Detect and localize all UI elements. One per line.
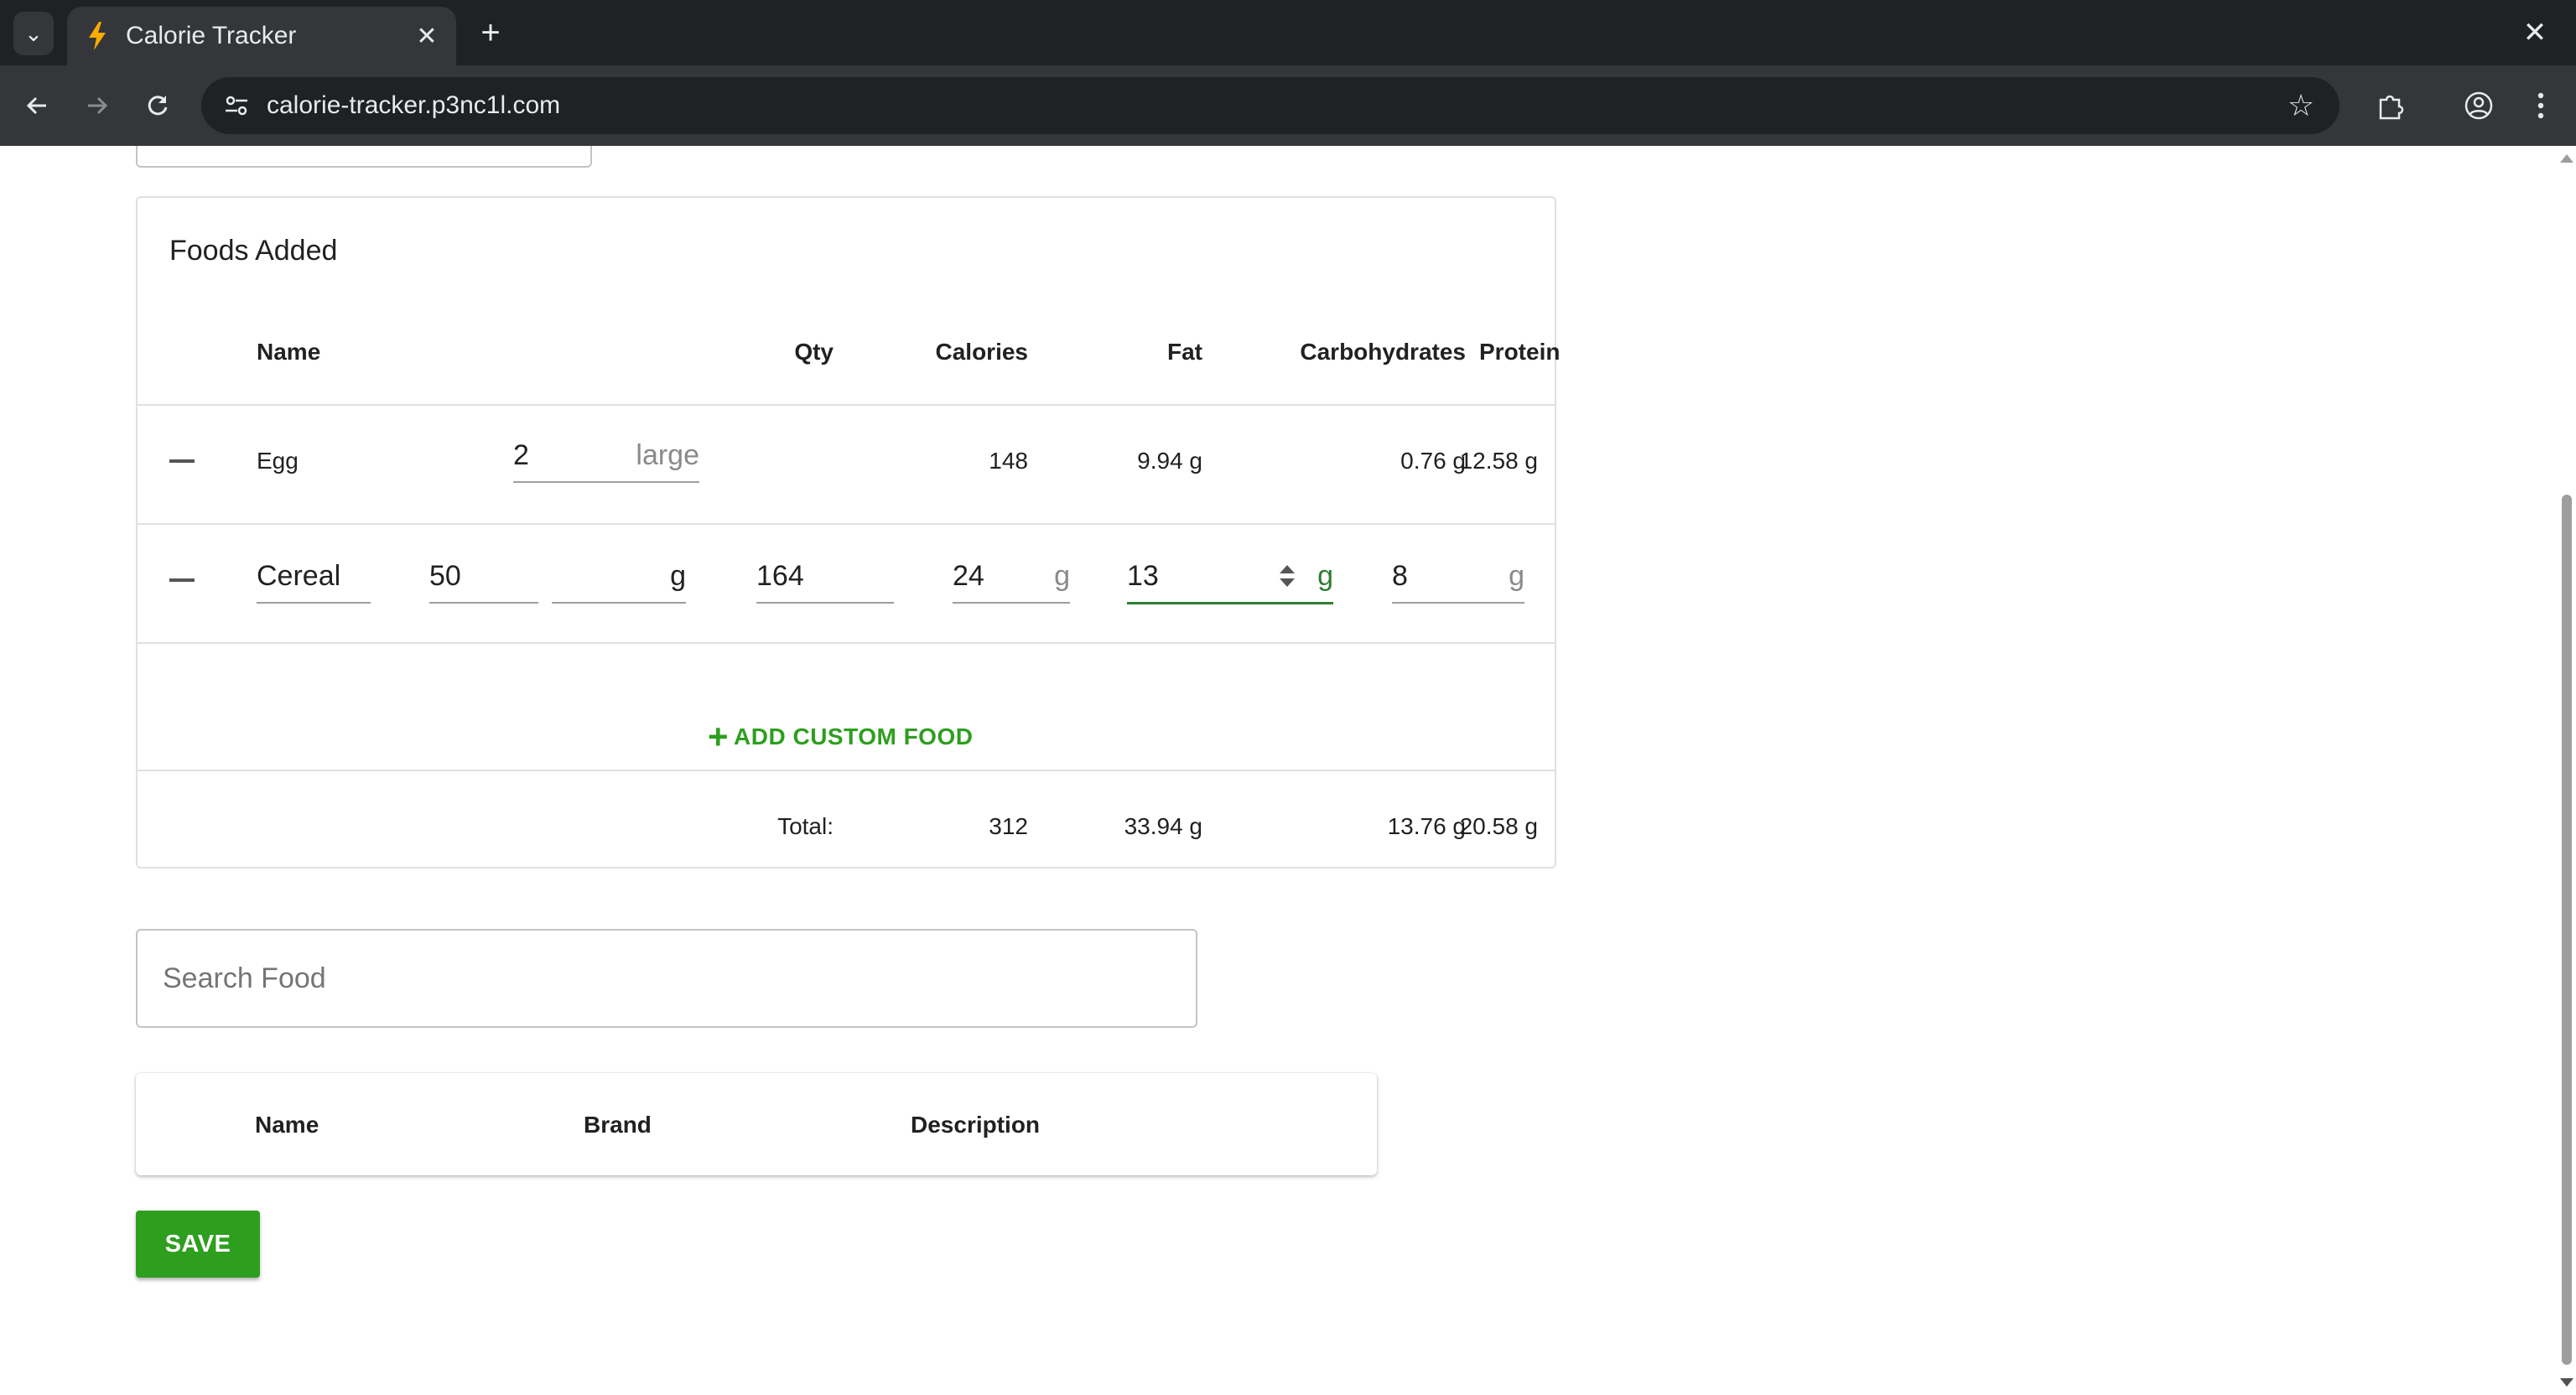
scroll-up-arrow-icon[interactable] [2560,154,2573,163]
foods-added-title: Foods Added [169,235,338,267]
fat-input[interactable]: 24 g [953,560,1070,604]
results-header-description: Description [911,1112,1041,1138]
divider [138,770,1555,771]
carbohydrates-input[interactable]: 13 g [1127,560,1333,604]
calories-value: 164 [756,560,804,592]
carbohydrates-value: 13 [1127,560,1159,592]
divider [138,404,1555,406]
search-results-table: Name Brand Description [136,1073,1377,1175]
close-icon[interactable]: ✕ [408,17,446,55]
qty-unit-value: g [670,560,686,592]
page-scrollbar[interactable] [2558,146,2576,1395]
total-calories: 312 [989,813,1028,839]
page-content: Foods Added Name Qty Calories Fat Carboh… [0,146,2558,1395]
calories-input[interactable]: 164 [756,560,894,604]
previous-input-field[interactable] [136,146,592,168]
url-text: calorie-tracker.p3nc1l.com [267,91,561,119]
plus-icon: + [708,717,730,756]
total-carbohydrates: 13.76 g [1387,813,1466,839]
save-button[interactable]: SAVE [136,1211,260,1278]
account-icon[interactable] [2457,84,2501,127]
food-name: Egg [257,448,299,474]
browser-tab-bar: ⌄ Calorie Tracker ✕ + ✕ [0,0,2576,65]
fat-value: 24 [953,560,984,592]
number-spinner[interactable] [1280,565,1296,590]
results-header-brand: Brand [584,1112,652,1138]
star-icon[interactable]: ☆ [2279,84,2323,127]
header-name: Name [257,339,321,365]
plus-icon[interactable]: + [470,12,512,54]
qty-unit: large [636,439,699,471]
tune-icon[interactable] [218,87,255,124]
puzzle-icon[interactable] [2368,84,2412,127]
scroll-down-arrow-icon[interactable] [2560,1378,2573,1387]
header-carbohydrates: Carbohydrates [1300,339,1466,365]
total-protein: 20.58 g [1459,813,1538,839]
header-qty: Qty [794,339,834,365]
protein-unit: g [1509,560,1524,592]
qty-value: 2 [513,439,529,471]
header-calories: Calories [935,339,1029,365]
chevron-down-icon[interactable]: ⌄ [13,12,54,55]
protein-value: 8 [1392,560,1408,592]
address-bar[interactable]: calorie-tracker.p3nc1l.com ☆ [201,77,2340,134]
arrow-left-icon[interactable] [15,84,59,127]
carbohydrates-unit: g [1317,560,1333,592]
food-name-value: Cereal [257,560,341,592]
fat-value: 9.94 g [1137,448,1202,474]
lightning-icon [87,21,112,51]
total-fat: 33.94 g [1124,813,1202,839]
tab-title: Calorie Tracker [126,22,297,49]
header-protein: Protein [1479,339,1561,365]
fat-unit: g [1054,560,1070,592]
add-custom-food-label: ADD CUSTOM FOOD [734,723,974,749]
search-input[interactable] [161,956,1154,1001]
scrollbar-thumb[interactable] [2562,495,2572,1365]
add-custom-food-button[interactable]: + ADD CUSTOM FOOD [708,718,973,756]
remove-food-button[interactable] [169,563,198,597]
protein-input[interactable]: 8 g [1392,560,1524,604]
header-fat: Fat [1167,339,1202,365]
search-food-field[interactable] [136,929,1197,1028]
results-header-name: Name [255,1112,319,1138]
arrow-right-icon[interactable] [75,84,119,127]
protein-value: 12.58 g [1459,448,1538,474]
qty-input[interactable]: 50 [429,560,538,604]
calories-value: 148 [989,448,1028,474]
divider [138,642,1555,644]
qty-value: 50 [429,560,461,592]
reload-icon[interactable] [136,84,179,127]
kebab-menu-icon[interactable] [2519,84,2563,127]
carbohydrates-value: 0.76 g [1400,448,1466,474]
divider [138,523,1555,525]
remove-food-button[interactable] [169,444,198,478]
qty-unit-input[interactable]: g [552,560,686,604]
browser-toolbar: calorie-tracker.p3nc1l.com ☆ [0,65,2576,146]
total-label: Total: [777,813,834,839]
qty-input[interactable]: 2 large [513,439,699,483]
food-name-input[interactable]: Cereal [257,560,371,604]
close-icon[interactable]: ✕ [2514,12,2556,54]
browser-tab[interactable]: Calorie Tracker ✕ [67,7,456,65]
foods-added-card: Foods Added Name Qty Calories Fat Carboh… [136,196,1561,869]
